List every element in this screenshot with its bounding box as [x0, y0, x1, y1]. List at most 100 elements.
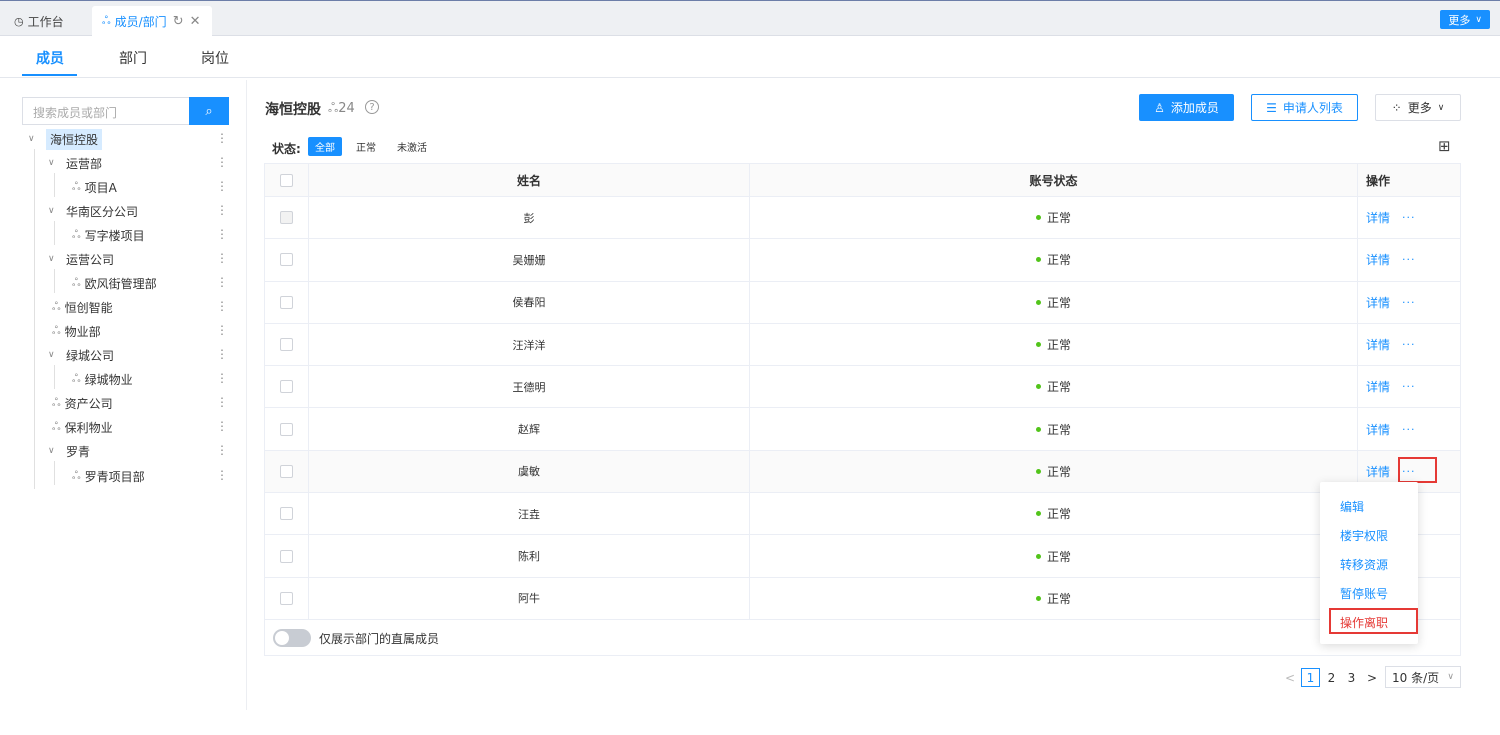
table-row: 赵辉 正常 详情 ···	[265, 408, 1460, 451]
tab-workbench[interactable]: ◷ 工作台	[14, 6, 64, 37]
row-checkbox[interactable]	[280, 380, 293, 394]
detail-link[interactable]: 详情	[1366, 463, 1390, 480]
pagination-next[interactable]: >	[1367, 668, 1377, 687]
row-checkbox[interactable]	[280, 549, 293, 563]
status-dot	[1035, 468, 1041, 474]
pagination-page[interactable]: 2	[1322, 668, 1341, 687]
tree-node-department[interactable]: ஃ 欧风街管理部	[72, 272, 157, 294]
pagination-prev[interactable]: <	[1285, 668, 1295, 687]
tree-node-department[interactable]: ஃ 绿城物业	[72, 368, 133, 390]
detail-link[interactable]: 详情	[1366, 378, 1390, 395]
detail-link[interactable]: 详情	[1366, 421, 1390, 438]
status-dot	[1035, 384, 1041, 390]
chevron-down-icon[interactable]: ∨	[48, 206, 60, 216]
tree-node-department[interactable]: ∨ 罗青	[48, 440, 90, 462]
more-icon[interactable]: ···	[1402, 338, 1416, 351]
kebab-icon[interactable]: ⋮	[216, 443, 228, 457]
chevron-down-icon[interactable]: ∨	[48, 446, 60, 456]
table-row: 阿牛 正常	[265, 577, 1460, 620]
tree-node-department[interactable]: ஃ 项目A	[72, 176, 117, 198]
tree-node-department[interactable]: ஃ 资产公司	[52, 392, 113, 414]
search-button[interactable]: ⌕	[189, 97, 229, 125]
kebab-icon[interactable]: ⋮	[216, 323, 228, 337]
page-size-select[interactable]: 10 条/页 ∨	[1385, 666, 1461, 688]
kebab-icon[interactable]: ⋮	[216, 371, 228, 385]
direct-members-toggle[interactable]	[273, 628, 311, 647]
tree-node-department[interactable]: ஃ 恒创智能	[52, 296, 113, 318]
chevron-down-icon[interactable]: ∨	[48, 158, 60, 168]
tree-node-department[interactable]: ∨ 运营公司	[48, 248, 114, 270]
pagination-page[interactable]: 1	[1301, 668, 1320, 687]
row-checkbox[interactable]	[280, 507, 293, 521]
tree-node-department[interactable]: ஃ 物业部	[52, 320, 101, 342]
kebab-icon[interactable]: ⋮	[216, 131, 228, 145]
kebab-icon[interactable]: ⋮	[216, 227, 228, 241]
applicant-list-button[interactable]: ☰ 申请人列表	[1251, 94, 1358, 121]
kebab-icon[interactable]: ⋮	[216, 251, 228, 265]
refresh-icon[interactable]: ↻	[173, 14, 184, 29]
table-row: 吴姗姗 正常 详情 ···	[265, 239, 1460, 282]
chevron-down-icon: ∨	[1447, 672, 1454, 682]
status-text: 正常	[1046, 253, 1071, 268]
kebab-icon[interactable]: ⋮	[216, 299, 228, 313]
more-actions-button[interactable]: ⁘ 更多 ∨	[1375, 94, 1461, 121]
pagination-page[interactable]: 3	[1342, 668, 1361, 687]
kebab-icon[interactable]: ⋮	[216, 203, 228, 217]
detail-link[interactable]: 详情	[1366, 209, 1390, 226]
more-icon[interactable]: ···	[1402, 211, 1416, 224]
menu-item-suspend-account[interactable]: 暂停账号	[1340, 585, 1388, 602]
add-member-button[interactable]: ♙ 添加成员	[1139, 94, 1234, 121]
search-input[interactable]: 搜索成员或部门	[22, 97, 189, 125]
row-checkbox[interactable]	[280, 295, 293, 309]
menu-item-edit[interactable]: 编辑	[1340, 498, 1364, 515]
tree-node-department[interactable]: ∨ 华南区分公司	[48, 200, 138, 222]
row-checkbox[interactable]	[280, 253, 293, 267]
tree-node-department[interactable]: ∨ 运营部	[48, 152, 102, 174]
close-icon[interactable]: ✕	[190, 14, 201, 29]
kebab-icon[interactable]: ⋮	[216, 395, 228, 409]
tab-members-departments[interactable]: ஃ 成员/部门 ↻ ✕	[92, 6, 212, 37]
more-icon[interactable]: ···	[1402, 380, 1416, 393]
more-icon[interactable]: ···	[1402, 253, 1416, 266]
kebab-icon[interactable]: ⋮	[216, 347, 228, 361]
status-text: 正常	[1046, 295, 1071, 310]
chevron-down-icon[interactable]: ∨	[48, 350, 60, 360]
row-checkbox[interactable]	[280, 591, 293, 605]
member-name: 侯春阳	[309, 281, 750, 323]
chevron-down-icon[interactable]: ∨	[28, 134, 40, 144]
more-icon[interactable]: ···	[1402, 296, 1416, 309]
table-row: 汪垚 正常	[265, 493, 1460, 536]
tree-node-department[interactable]: ஃ 罗青项目部	[72, 465, 145, 487]
filter-inactive[interactable]: 未激活	[390, 137, 434, 156]
tab-positions[interactable]: 岗位	[201, 48, 229, 68]
detail-link[interactable]: 详情	[1366, 294, 1390, 311]
tree-node-department[interactable]: ஃ 写字楼项目	[72, 224, 145, 246]
topbar-more-button[interactable]: 更多 ∨	[1440, 10, 1490, 29]
filter-normal[interactable]: 正常	[349, 137, 383, 156]
row-checkbox[interactable]	[280, 422, 293, 436]
kebab-icon[interactable]: ⋮	[216, 155, 228, 169]
menu-item-transfer-resources[interactable]: 转移资源	[1340, 556, 1388, 573]
tree-node-department[interactable]: ஃ 保利物业	[52, 416, 113, 438]
menu-item-building-permissions[interactable]: 楼宇权限	[1340, 527, 1388, 544]
kebab-icon[interactable]: ⋮	[216, 275, 228, 289]
row-checkbox[interactable]	[280, 338, 293, 352]
tree-node-department[interactable]: ∨ 绿城公司	[48, 344, 114, 366]
row-checkbox[interactable]	[280, 464, 293, 478]
kebab-icon[interactable]: ⋮	[216, 468, 228, 482]
detail-link[interactable]: 详情	[1366, 251, 1390, 268]
column-settings-icon[interactable]: ⊞	[1438, 137, 1451, 155]
tab-departments[interactable]: 部门	[119, 48, 147, 68]
row-checkbox[interactable]	[280, 211, 293, 225]
tree-node-root[interactable]: ∨ 海恒控股	[28, 128, 103, 150]
chevron-down-icon[interactable]: ∨	[48, 254, 60, 264]
help-icon[interactable]: ?	[365, 100, 379, 114]
filter-all[interactable]: 全部	[308, 137, 342, 156]
detail-link[interactable]: 详情	[1366, 336, 1390, 353]
select-all-checkbox[interactable]	[280, 173, 293, 187]
group-icon: ஃ	[72, 275, 81, 289]
kebab-icon[interactable]: ⋮	[216, 179, 228, 193]
tab-members[interactable]: 成员	[36, 48, 64, 68]
kebab-icon[interactable]: ⋮	[216, 419, 228, 433]
more-icon[interactable]: ···	[1402, 423, 1416, 436]
